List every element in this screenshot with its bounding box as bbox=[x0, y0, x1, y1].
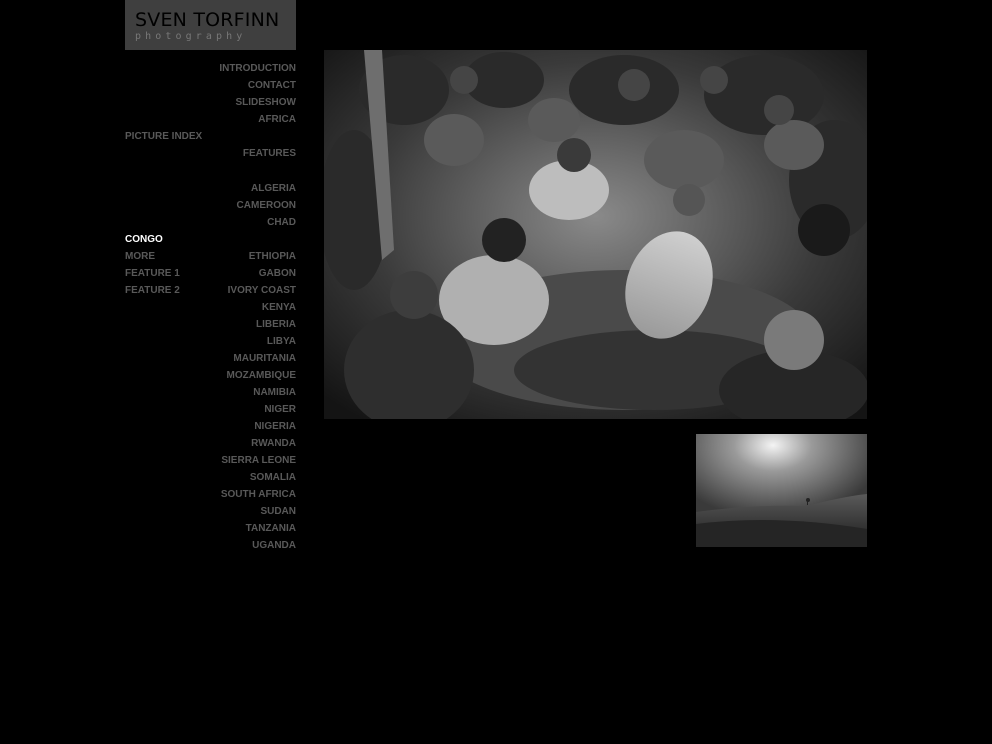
main-photo-image bbox=[324, 50, 867, 419]
nav-introduction[interactable]: INTRODUCTION bbox=[125, 60, 296, 77]
thumbnail-photo-image bbox=[696, 434, 867, 547]
nav-africa[interactable]: AFRICA bbox=[125, 111, 296, 128]
nav-features-group: FEATURES bbox=[125, 145, 296, 162]
nav-sudan[interactable]: SUDAN bbox=[125, 503, 296, 520]
nav-rwanda[interactable]: RWANDA bbox=[125, 435, 296, 452]
nav-ethiopia[interactable]: ETHIOPIA bbox=[125, 248, 296, 265]
nav-mauritania[interactable]: MAURITANIA bbox=[125, 350, 296, 367]
nav-countries-b: ETHIOPIA GABON IVORY COAST KENYA LIBERIA… bbox=[125, 248, 296, 554]
logo-subtitle: photography bbox=[135, 31, 247, 42]
nav-countries-a: ALGERIA CAMEROON CHAD bbox=[125, 180, 296, 231]
nav-kenya[interactable]: KENYA bbox=[125, 299, 296, 316]
nav-algeria[interactable]: ALGERIA bbox=[125, 180, 296, 197]
nav-namibia[interactable]: NAMIBIA bbox=[125, 384, 296, 401]
nav-slideshow[interactable]: SLIDESHOW bbox=[125, 94, 296, 111]
nav-features[interactable]: FEATURES bbox=[125, 145, 296, 162]
nav-congo[interactable]: CONGO bbox=[125, 231, 225, 248]
nav-right: INTRODUCTION CONTACT SLIDESHOW AFRICA bbox=[125, 60, 296, 128]
nav-liberia[interactable]: LIBERIA bbox=[125, 316, 296, 333]
nav-contact[interactable]: CONTACT bbox=[125, 77, 296, 94]
nav-libya[interactable]: LIBYA bbox=[125, 333, 296, 350]
nav-picture-index[interactable]: PICTURE INDEX bbox=[125, 128, 225, 145]
nav-gabon[interactable]: GABON bbox=[125, 265, 296, 282]
logo-title: SVEN TORFINN bbox=[135, 9, 280, 31]
nav-cameroon[interactable]: CAMEROON bbox=[125, 197, 296, 214]
nav-uganda[interactable]: UGANDA bbox=[125, 537, 296, 554]
thumbnail-photo[interactable] bbox=[696, 434, 867, 547]
nav-ivory-coast[interactable]: IVORY COAST bbox=[125, 282, 296, 299]
site-logo[interactable]: SVEN TORFINN photography bbox=[125, 0, 296, 50]
nav-sierra-leone[interactable]: SIERRA LEONE bbox=[125, 452, 296, 469]
nav-niger[interactable]: NIGER bbox=[125, 401, 296, 418]
nav-picture-index-group: PICTURE INDEX bbox=[125, 128, 225, 145]
main-photo[interactable] bbox=[324, 50, 867, 419]
nav-nigeria[interactable]: NIGERIA bbox=[125, 418, 296, 435]
nav-tanzania[interactable]: TANZANIA bbox=[125, 520, 296, 537]
nav-mozambique[interactable]: MOZAMBIQUE bbox=[125, 367, 296, 384]
nav-south-africa[interactable]: SOUTH AFRICA bbox=[125, 486, 296, 503]
nav-somalia[interactable]: SOMALIA bbox=[125, 469, 296, 486]
nav-chad[interactable]: CHAD bbox=[125, 214, 296, 231]
